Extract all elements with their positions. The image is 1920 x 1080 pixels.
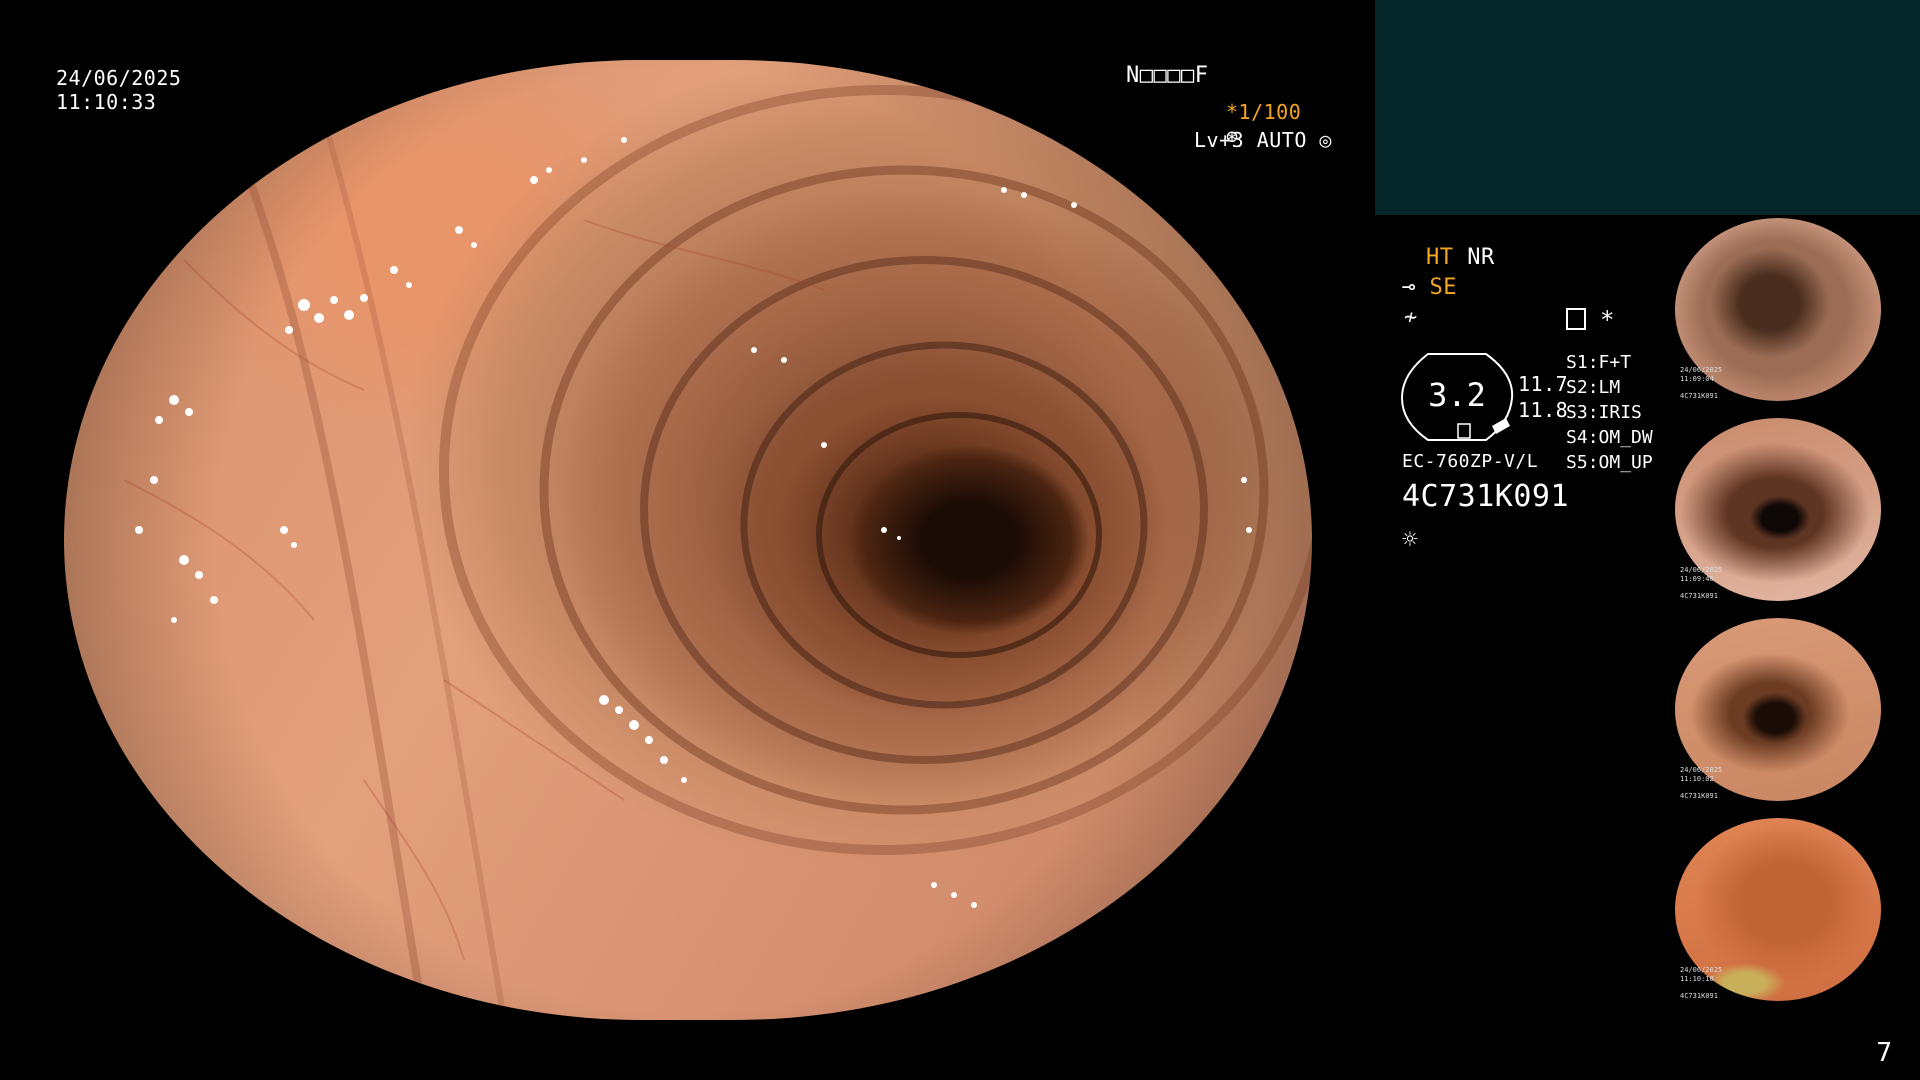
scope-model: EC-760ZP-V/L (1402, 451, 1539, 472)
reading-bottom: 11.8 (1518, 398, 1569, 422)
patient-id: N□□□□F (1126, 63, 1209, 88)
thumbnail-2[interactable]: 24/06/2025 11:09:40 4C731K091 (1672, 416, 1920, 604)
switch-value: F+T (1598, 352, 1632, 373)
thumbnail-1[interactable]: 24/06/2025 11:09:04 4C731K091 (1672, 216, 1920, 404)
ht-nr-row: HT NR (1426, 246, 1495, 270)
scope-icon: ⊸ (1402, 275, 1416, 300)
thumbnail-id: 4C731K091 (1680, 992, 1718, 1000)
switch-value: LM (1598, 377, 1621, 398)
switch-value: IRIS (1598, 402, 1642, 423)
thumbnail-time: 11:09:40 (1680, 575, 1714, 583)
switch-key: S5 (1566, 452, 1588, 473)
info-panel (1375, 0, 1920, 215)
switch-row: S5:OM_UP (1566, 452, 1653, 473)
thumbnail-id: 4C731K091 (1680, 792, 1718, 800)
asterisk-mark: * (1600, 306, 1615, 334)
thumbnail-time: 11:10:18 (1680, 975, 1714, 983)
switch-value: OM_DW (1598, 427, 1653, 448)
date-text: 24/06/2025 (56, 66, 182, 90)
scope-serial: 4C731K091 (1402, 479, 1570, 514)
thumbnail-time: 11:09:04 (1680, 375, 1714, 383)
switch-key: S4 (1566, 427, 1588, 448)
switch-row: S4:OM_DW (1566, 427, 1653, 448)
thumbnail-3[interactable]: 24/06/2025 11:10:02 4C731K091 (1672, 616, 1920, 804)
level-text: Lv+3 AUTO (1194, 128, 1307, 152)
thumbnail-4[interactable]: 24/06/2025 11:10:18 4C731K091 (1672, 816, 1920, 1004)
light-icon: ☼ (1402, 525, 1419, 555)
datetime: 24/06/2025 11:10:33 (56, 66, 181, 114)
thumbnail-date: 24/06/2025 (1680, 966, 1723, 974)
switch-row: S2:LM (1566, 377, 1621, 398)
thumbnail-date: 24/06/2025 (1680, 366, 1723, 374)
endoscope-view (64, 60, 1312, 1020)
level-row: Lv+3 AUTO ◎ (1194, 128, 1332, 152)
switch-key: S3 (1566, 402, 1588, 423)
thumbnail-time: 11:10:02 (1680, 775, 1714, 783)
switch-row: S1:F+T (1566, 352, 1632, 373)
switch-key: S2 (1566, 377, 1588, 398)
switch-row: S3:IRIS (1566, 402, 1642, 423)
thumbnail-date: 24/06/2025 (1680, 766, 1723, 774)
se-row: ⊸ SE (1402, 276, 1457, 300)
thumbnail-date: 24/06/2025 (1680, 566, 1723, 574)
se-label: SE (1429, 275, 1457, 300)
memory-icon (1566, 308, 1586, 330)
switch-list: S1:F+T S2:LM S3:IRIS S4:OM_DW S5:OM_UP (1566, 350, 1653, 475)
reading-top: 11.7 (1518, 372, 1569, 396)
auto-level-icon: ◎ (1319, 128, 1332, 152)
ht-label: HT (1426, 245, 1454, 270)
nr-label: NR (1467, 245, 1495, 270)
page-number: 7 (1876, 1038, 1892, 1068)
wave-icon: ≁ (1404, 305, 1418, 330)
zoom-gauge: 3.2 (1398, 350, 1516, 444)
time-text: 11:10:33 (56, 90, 157, 114)
zoom-value: 3.2 (1428, 376, 1486, 414)
thumbnail-id: 4C731K091 (1680, 592, 1718, 600)
shutter-text: *1/100 (1226, 100, 1302, 124)
switch-value: OM_UP (1598, 452, 1653, 473)
thumbnail-id: 4C731K091 (1680, 392, 1718, 400)
switch-key: S1 (1566, 352, 1588, 373)
